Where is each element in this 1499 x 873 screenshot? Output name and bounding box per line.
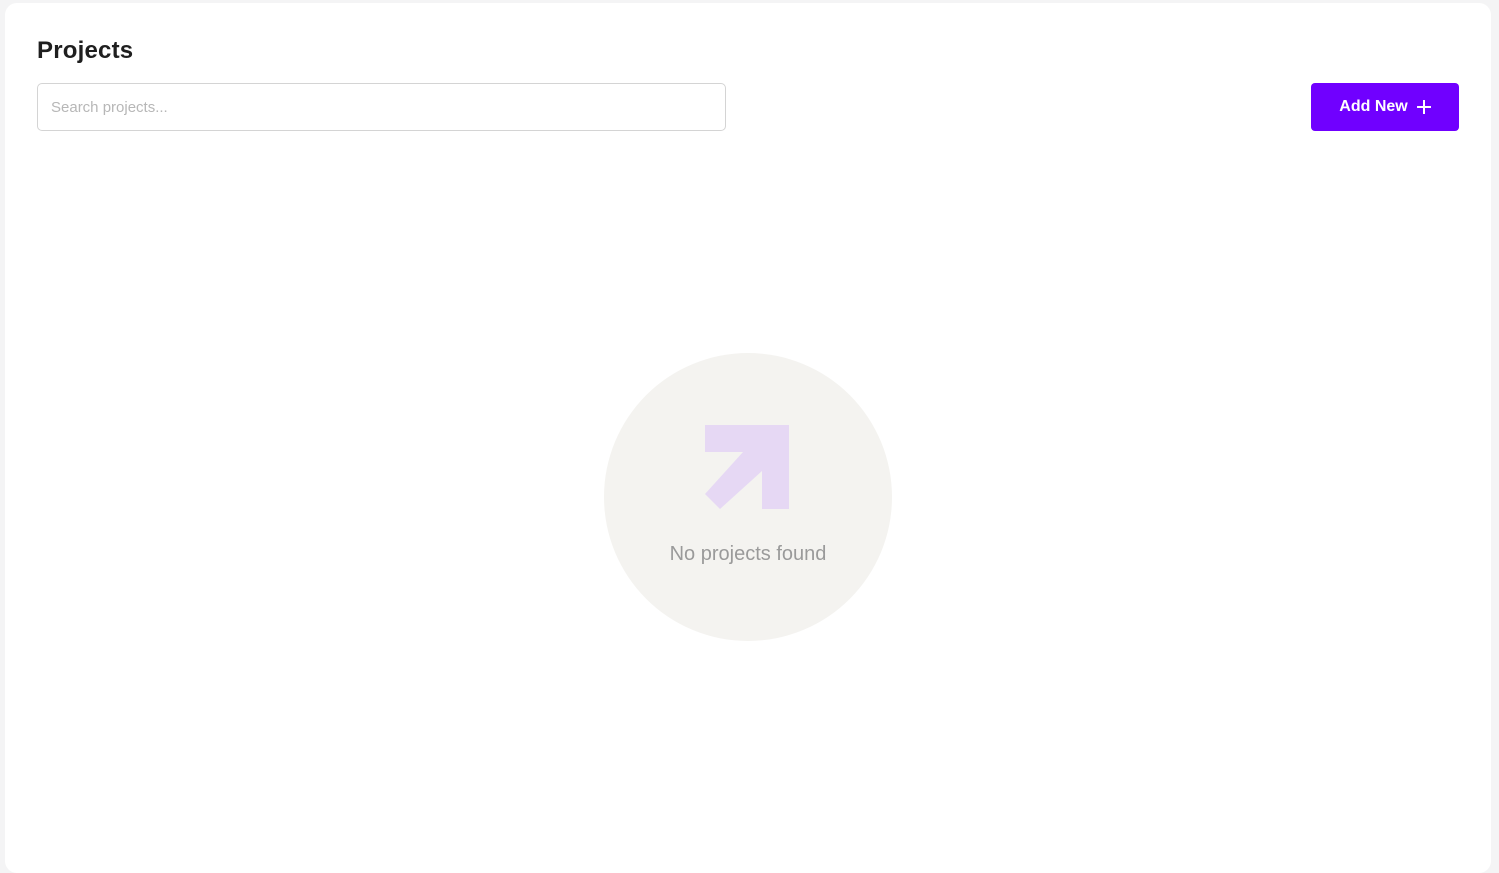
projects-panel: Projects Add New No projects found xyxy=(5,3,1491,873)
arrow-up-right-icon xyxy=(705,425,789,509)
add-new-button[interactable]: Add New xyxy=(1311,83,1459,131)
empty-state-message: No projects found xyxy=(669,543,827,565)
page-title: Projects xyxy=(37,37,134,64)
plus-icon xyxy=(1416,99,1432,115)
empty-state: No projects found xyxy=(604,353,892,641)
search-input[interactable] xyxy=(37,83,726,131)
add-new-button-label: Add New xyxy=(1339,98,1408,115)
